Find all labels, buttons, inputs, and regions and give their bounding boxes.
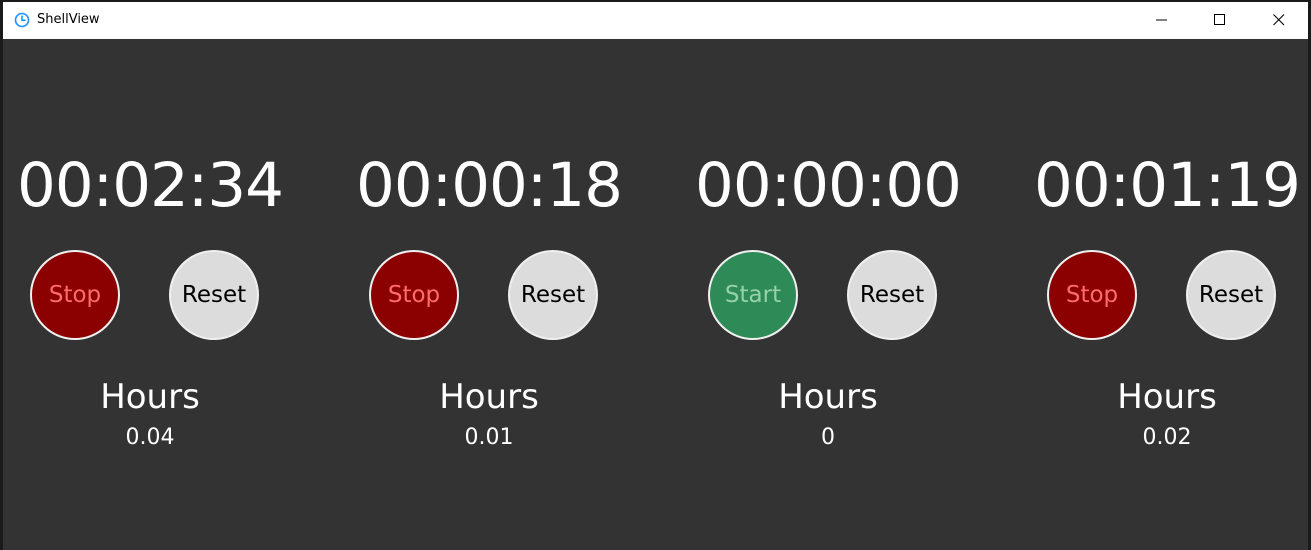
reset-button[interactable]: Reset [169,250,259,340]
timer-panel: 00:00:00 Start Reset Hours 0 [678,39,978,550]
hours-label: Hours [778,377,878,417]
hours-label: Hours [100,377,200,417]
maximize-icon [1214,14,1225,25]
reset-button[interactable]: Reset [508,250,598,340]
timer-panel: 00:02:34 Stop Reset Hours 0.04 [3,39,300,550]
hours-value: 0.02 [1142,425,1192,450]
timer-panel: 00:01:19 Stop Reset Hours 0.02 [1017,39,1308,550]
start-button[interactable]: Start [708,250,798,340]
stop-button[interactable]: Stop [369,250,459,340]
window-title: ShellView [37,12,100,27]
hours-value: 0.01 [464,425,514,450]
minimize-icon [1156,19,1167,21]
elapsed-time: 00:02:34 [17,150,284,221]
hours-value: 0 [821,425,835,450]
reset-button[interactable]: Reset [847,250,937,340]
minimize-button[interactable] [1133,2,1191,39]
stop-button[interactable]: Stop [30,250,120,340]
elapsed-time: 00:00:18 [356,150,623,221]
reset-button[interactable]: Reset [1186,250,1276,340]
hours-label: Hours [1117,377,1217,417]
title-bar[interactable]: ShellView [3,2,1308,39]
hours-label: Hours [439,377,539,417]
hours-value: 0.04 [125,425,175,450]
stop-button[interactable]: Stop [1047,250,1137,340]
clock-icon [14,12,30,28]
timer-panel: 00:00:18 Stop Reset Hours 0.01 [339,39,639,550]
close-button[interactable] [1250,2,1308,39]
elapsed-time: 00:01:19 [1034,150,1301,221]
close-icon [1273,14,1285,26]
elapsed-time: 00:00:00 [695,150,962,221]
app-window: ShellView 00:02:34 Stop Reset Hours 0.04… [3,2,1308,550]
maximize-button[interactable] [1191,2,1249,39]
